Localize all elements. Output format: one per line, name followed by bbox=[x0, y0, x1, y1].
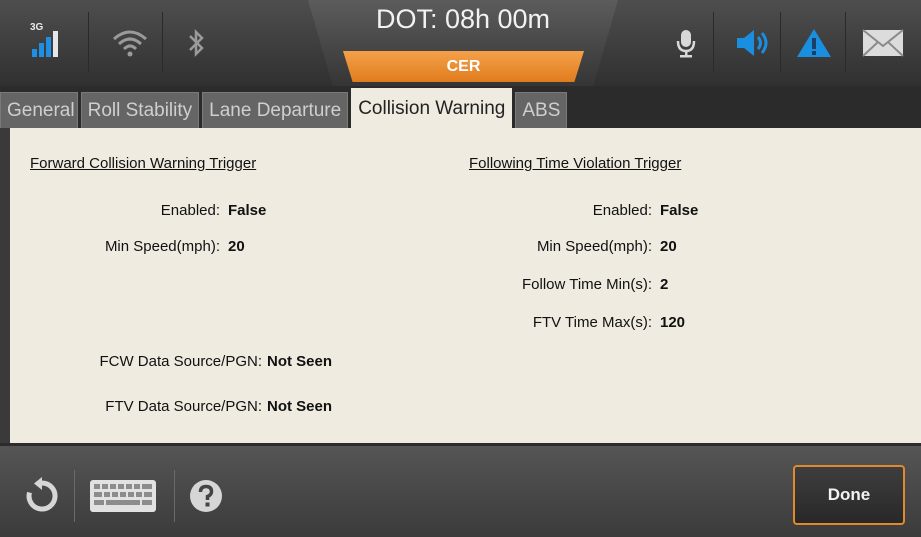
speaker-icon[interactable] bbox=[728, 0, 778, 86]
status-bar: 3G DOT: 08h 00m CER bbox=[0, 0, 921, 86]
fcw-source-label: FCW Data Source/PGN: bbox=[99, 353, 262, 370]
network-type-label: 3G bbox=[30, 22, 44, 33]
tab-collision-warning[interactable]: Collision Warning bbox=[351, 88, 513, 128]
ftv-section-title: Following Time Violation Trigger bbox=[469, 155, 682, 172]
cer-label: CER bbox=[446, 57, 481, 75]
ftv-enabled-value: False bbox=[660, 202, 699, 219]
tab-general[interactable]: General bbox=[0, 92, 78, 128]
ftv-min-speed-value: 20 bbox=[660, 238, 677, 255]
status-divider bbox=[88, 12, 89, 72]
cer-status-bar: CER bbox=[343, 51, 584, 82]
microphone-icon[interactable] bbox=[668, 0, 704, 86]
wifi-icon[interactable] bbox=[104, 0, 156, 86]
ftv-enabled-row: Enabled: False bbox=[10, 202, 699, 219]
help-icon[interactable] bbox=[186, 476, 226, 516]
tab-abs[interactable]: ABS bbox=[515, 92, 568, 128]
status-divider bbox=[162, 12, 163, 72]
ftv-min-speed-label: Min Speed(mph): bbox=[536, 238, 652, 255]
fcw-source-value: Not Seen bbox=[267, 353, 333, 370]
toolbar-divider bbox=[74, 470, 75, 522]
status-divider bbox=[845, 12, 846, 72]
collision-warning-panel: Forward Collision Warning Trigger Follow… bbox=[10, 128, 921, 443]
ftv-max-label: FTV Time Max(s): bbox=[532, 314, 652, 331]
done-button[interactable]: Done bbox=[793, 465, 905, 525]
tab-lane-departure[interactable]: Lane Departure bbox=[202, 92, 349, 128]
keyboard-icon[interactable] bbox=[86, 474, 160, 518]
alert-icon[interactable] bbox=[793, 0, 835, 86]
status-divider bbox=[780, 12, 781, 72]
refresh-icon[interactable] bbox=[20, 474, 64, 518]
tab-bar: General Roll Stability Lane Departure Co… bbox=[0, 86, 921, 128]
ftv-enabled-label: Enabled: bbox=[592, 202, 652, 219]
app-window: 3G DOT: 08h 00m CER General Roll Stabili… bbox=[0, 0, 921, 537]
signal-icon[interactable]: 3G bbox=[20, 0, 72, 86]
bluetooth-icon[interactable] bbox=[176, 0, 216, 86]
ftv-max-value: 120 bbox=[660, 314, 686, 331]
status-divider bbox=[713, 12, 714, 72]
fcw-source-row: FCW Data Source/PGN: Not Seen bbox=[10, 353, 332, 370]
ftv-min-speed-row: Min Speed(mph): 20 bbox=[10, 238, 677, 255]
ftv-follow-min-value: 2 bbox=[660, 276, 669, 293]
tab-roll-stability[interactable]: Roll Stability bbox=[80, 92, 200, 128]
bottom-toolbar: Done bbox=[0, 443, 921, 537]
ftv-source-row: FTV Data Source/PGN: Not Seen bbox=[10, 398, 332, 415]
fcw-section-title: Forward Collision Warning Trigger bbox=[30, 155, 257, 172]
ftv-source-label: FTV Data Source/PGN: bbox=[105, 398, 262, 415]
ftv-max-row: FTV Time Max(s): 120 bbox=[10, 314, 685, 331]
dot-timer-label: DOT: 08h 00m bbox=[375, 4, 551, 34]
ftv-follow-min-label: Follow Time Min(s): bbox=[521, 276, 652, 293]
ftv-source-value: Not Seen bbox=[267, 398, 333, 415]
toolbar-divider bbox=[174, 470, 175, 522]
mail-icon[interactable] bbox=[858, 0, 908, 86]
ftv-follow-min-row: Follow Time Min(s): 2 bbox=[10, 276, 668, 293]
